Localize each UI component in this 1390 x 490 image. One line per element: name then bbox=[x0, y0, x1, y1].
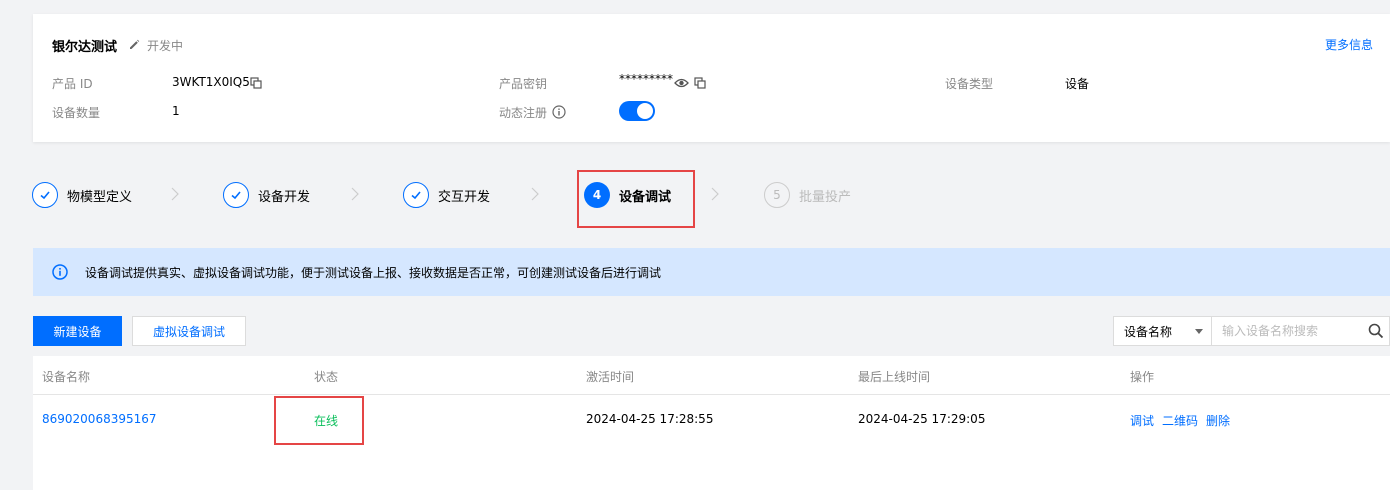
step-label: 物模型定义 bbox=[67, 189, 133, 205]
pencil-icon[interactable] bbox=[128, 38, 141, 51]
info-banner: 设备调试提供真实、虚拟设备调试功能，便于测试设备上报、接收数据是否正常，可创建测… bbox=[33, 248, 1390, 296]
eye-icon[interactable] bbox=[674, 77, 689, 89]
column-header-activated: 激活时间 bbox=[586, 370, 635, 384]
column-header-name: 设备名称 bbox=[42, 370, 91, 384]
device-type-label: 设备类型 bbox=[945, 77, 994, 91]
highlight-box bbox=[274, 396, 364, 445]
device-name-link[interactable]: 869020068395167 bbox=[42, 412, 157, 426]
virtual-debug-button[interactable]: 虚拟设备调试 bbox=[132, 316, 246, 346]
step-label: 设备调试 bbox=[619, 189, 672, 205]
check-icon bbox=[223, 182, 249, 208]
copy-icon[interactable] bbox=[250, 77, 262, 89]
device-type-value: 设备 bbox=[1065, 77, 1090, 91]
device-table: 设备名称 状态 激活时间 最后上线时间 操作 869020068395167 在… bbox=[33, 356, 1390, 490]
info-icon bbox=[52, 264, 68, 280]
row-actions: 调试 二维码 删除 bbox=[1130, 412, 1238, 429]
chevron-right-icon bbox=[171, 187, 179, 201]
dynamic-registration-toggle[interactable] bbox=[619, 101, 655, 121]
secret-value: ********* bbox=[619, 72, 673, 86]
step-device-debugging[interactable]: 4 设备调试 bbox=[584, 181, 671, 209]
table-header: 设备名称 状态 激活时间 最后上线时间 操作 bbox=[33, 356, 1390, 395]
product-name: 银尔达测试 bbox=[52, 40, 118, 55]
chevron-right-icon bbox=[351, 187, 359, 201]
search-input[interactable] bbox=[1212, 316, 1390, 346]
step-device-development[interactable]: 设备开发 bbox=[223, 181, 310, 209]
qrcode-link[interactable]: 二维码 bbox=[1162, 414, 1198, 428]
column-header-actions: 操作 bbox=[1130, 370, 1155, 384]
info-text: 设备调试提供真实、虚拟设备调试功能，便于测试设备上报、接收数据是否正常，可创建测… bbox=[85, 266, 662, 280]
column-header-last-online: 最后上线时间 bbox=[858, 370, 931, 384]
chevron-right-icon bbox=[531, 187, 539, 201]
search-icon[interactable] bbox=[1368, 323, 1384, 339]
search-field-select[interactable]: 设备名称 bbox=[1113, 316, 1212, 346]
activated-time: 2024-04-25 17:28:55 bbox=[586, 412, 714, 426]
check-icon bbox=[32, 182, 58, 208]
device-count-label: 设备数量 bbox=[52, 106, 101, 120]
step-thing-model[interactable]: 物模型定义 bbox=[32, 181, 132, 209]
debug-link[interactable]: 调试 bbox=[1130, 414, 1154, 428]
step-label: 设备开发 bbox=[258, 189, 311, 205]
toggle-knob bbox=[637, 103, 653, 119]
new-device-button[interactable]: 新建设备 bbox=[33, 316, 122, 346]
secret-label: 产品密钥 bbox=[499, 77, 548, 91]
device-count-value: 1 bbox=[172, 104, 180, 118]
column-header-status: 状态 bbox=[314, 370, 339, 384]
info-icon[interactable] bbox=[552, 105, 566, 119]
step-mass-production[interactable]: 5 批量投产 bbox=[764, 181, 851, 209]
more-info-link[interactable]: 更多信息 bbox=[1325, 36, 1373, 53]
product-id-value: 3WKT1X0IQ5 bbox=[172, 75, 250, 89]
product-id-label: 产品 ID bbox=[52, 77, 93, 91]
step-number: 5 bbox=[764, 182, 790, 208]
product-status: 开发中 bbox=[147, 39, 184, 53]
dynamic-registration-label: 动态注册 bbox=[499, 106, 548, 120]
product-card: 银尔达测试 开发中 更多信息 产品 ID 3WKT1X0IQ5 设备数量 1 产… bbox=[33, 14, 1390, 142]
last-online-time: 2024-04-25 17:29:05 bbox=[858, 412, 986, 426]
caret-down-icon bbox=[1195, 329, 1203, 334]
check-icon bbox=[403, 182, 429, 208]
step-label: 交互开发 bbox=[438, 189, 491, 205]
step-label: 批量投产 bbox=[799, 189, 852, 205]
step-interaction-development[interactable]: 交互开发 bbox=[403, 181, 490, 209]
delete-link[interactable]: 删除 bbox=[1206, 414, 1230, 428]
copy-icon[interactable] bbox=[694, 77, 706, 89]
search-field-value: 设备名称 bbox=[1124, 324, 1173, 339]
chevron-right-icon bbox=[711, 187, 719, 201]
step-number: 4 bbox=[584, 182, 610, 208]
